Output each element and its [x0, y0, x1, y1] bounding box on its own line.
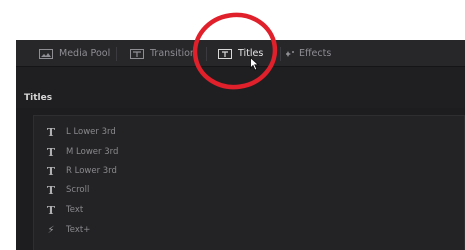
list-item-r-lower-3rd[interactable]: T R Lower 3rd [45, 163, 117, 179]
edit-page-panel: Media Pool Transition Titles Effects Tit… [16, 40, 465, 250]
media-pool-icon [38, 48, 54, 59]
panel-toolbar: Media Pool Transition Titles Effects [16, 40, 465, 67]
tab-transition[interactable]: Transition [129, 40, 196, 67]
section-title: Titles [24, 93, 53, 103]
text-title-icon: T [46, 125, 56, 139]
tab-transition-label: Transition [150, 48, 196, 59]
tab-effects[interactable]: Effects [286, 40, 331, 67]
text-title-icon: T [46, 164, 56, 178]
titles-list: T L Lower 3rd T M Lower 3rd T R Lower 3r… [33, 115, 465, 250]
tab-divider [206, 47, 207, 61]
fusion-title-icon: ⚡ [47, 224, 55, 236]
list-item-label: Scroll [66, 185, 90, 195]
list-item-label: Text [66, 205, 84, 215]
tab-divider [116, 47, 117, 61]
list-item-scroll[interactable]: T Scroll [45, 182, 89, 198]
list-item-label: M Lower 3rd [66, 147, 119, 157]
text-title-icon: T [46, 183, 56, 197]
tab-divider [280, 47, 281, 61]
list-item-label: L Lower 3rd [66, 127, 116, 137]
text-title-icon: T [46, 203, 56, 217]
tab-media-pool-label: Media Pool [59, 48, 111, 59]
tab-media-pool[interactable]: Media Pool [38, 40, 110, 67]
list-item-m-lower-3rd[interactable]: T M Lower 3rd [45, 144, 118, 160]
mouse-cursor-icon [250, 57, 260, 71]
list-item-text-plus[interactable]: ⚡ Text+ [45, 222, 90, 238]
section-header: Titles [16, 67, 465, 108]
titles-icon [217, 48, 233, 59]
list-item-l-lower-3rd[interactable]: T L Lower 3rd [45, 124, 116, 140]
list-item-label: R Lower 3rd [66, 166, 117, 176]
text-title-icon: T [46, 145, 56, 159]
transition-icon [129, 48, 145, 59]
effects-icon [286, 48, 296, 59]
list-item-text[interactable]: T Text [45, 202, 83, 218]
tab-effects-label: Effects [299, 48, 332, 59]
list-item-label: Text+ [66, 225, 91, 235]
